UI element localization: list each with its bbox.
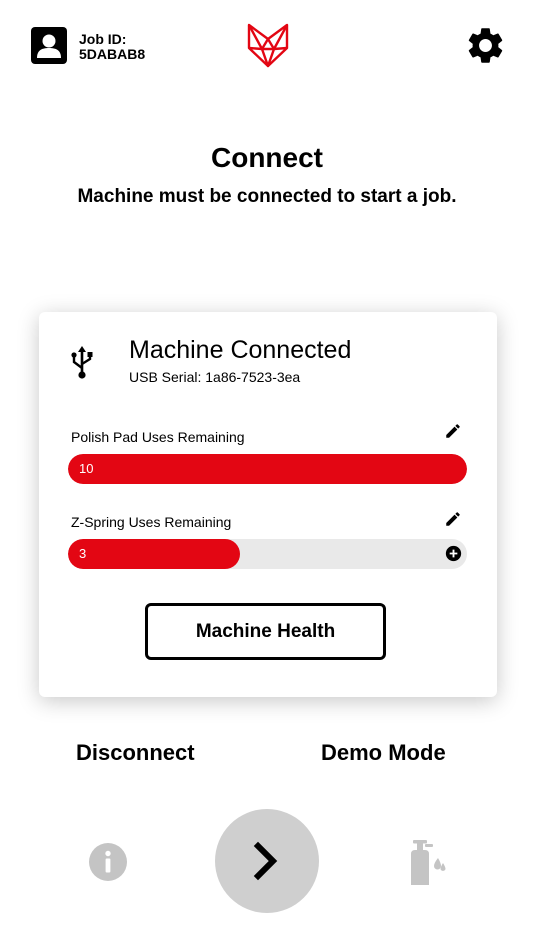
- polish-pad-progress-bar: 10: [68, 454, 467, 484]
- polish-pad-label: Polish Pad Uses Remaining: [71, 429, 245, 445]
- connection-status-title: Machine Connected: [129, 336, 352, 364]
- plus-icon[interactable]: [445, 545, 462, 562]
- machine-health-button[interactable]: Machine Health: [145, 603, 386, 660]
- disconnect-button[interactable]: Disconnect: [76, 740, 195, 766]
- z-spring-value: 3: [79, 546, 87, 561]
- usb-icon: [71, 346, 93, 379]
- job-id-value: 5DABAB8: [79, 46, 146, 62]
- polish-pad-bar-fill: [68, 454, 467, 484]
- info-icon[interactable]: [89, 843, 127, 881]
- demo-mode-button[interactable]: Demo Mode: [321, 740, 446, 766]
- job-id-label: Job ID:: [79, 31, 127, 47]
- chevron-right-icon: [253, 841, 278, 881]
- page-title: Connect: [211, 142, 323, 173]
- top-bar: Job ID: 5DABAB8: [0, 0, 534, 90]
- next-button[interactable]: [215, 809, 319, 913]
- polish-pad-value: 10: [79, 461, 94, 476]
- fox-logo: [247, 23, 289, 68]
- edit-polish-pad-icon[interactable]: [444, 422, 462, 440]
- gear-icon[interactable]: [464, 24, 507, 67]
- job-id: Job ID: 5DABAB8: [79, 32, 145, 62]
- user-icon[interactable]: [31, 27, 67, 64]
- z-spring-progress-bar: 3: [68, 539, 467, 569]
- usb-serial: USB Serial: 1a86-7523-3ea: [129, 369, 301, 385]
- edit-z-spring-icon[interactable]: [444, 510, 462, 528]
- machine-status-card: Machine Connected USB Serial: 1a86-7523-…: [39, 312, 497, 697]
- z-spring-bar-fill: [68, 539, 240, 569]
- page-subtitle: Machine must be connected to start a job…: [77, 186, 457, 207]
- spray-bottle-icon[interactable]: [405, 840, 447, 885]
- z-spring-label: Z-Spring Uses Remaining: [71, 514, 232, 530]
